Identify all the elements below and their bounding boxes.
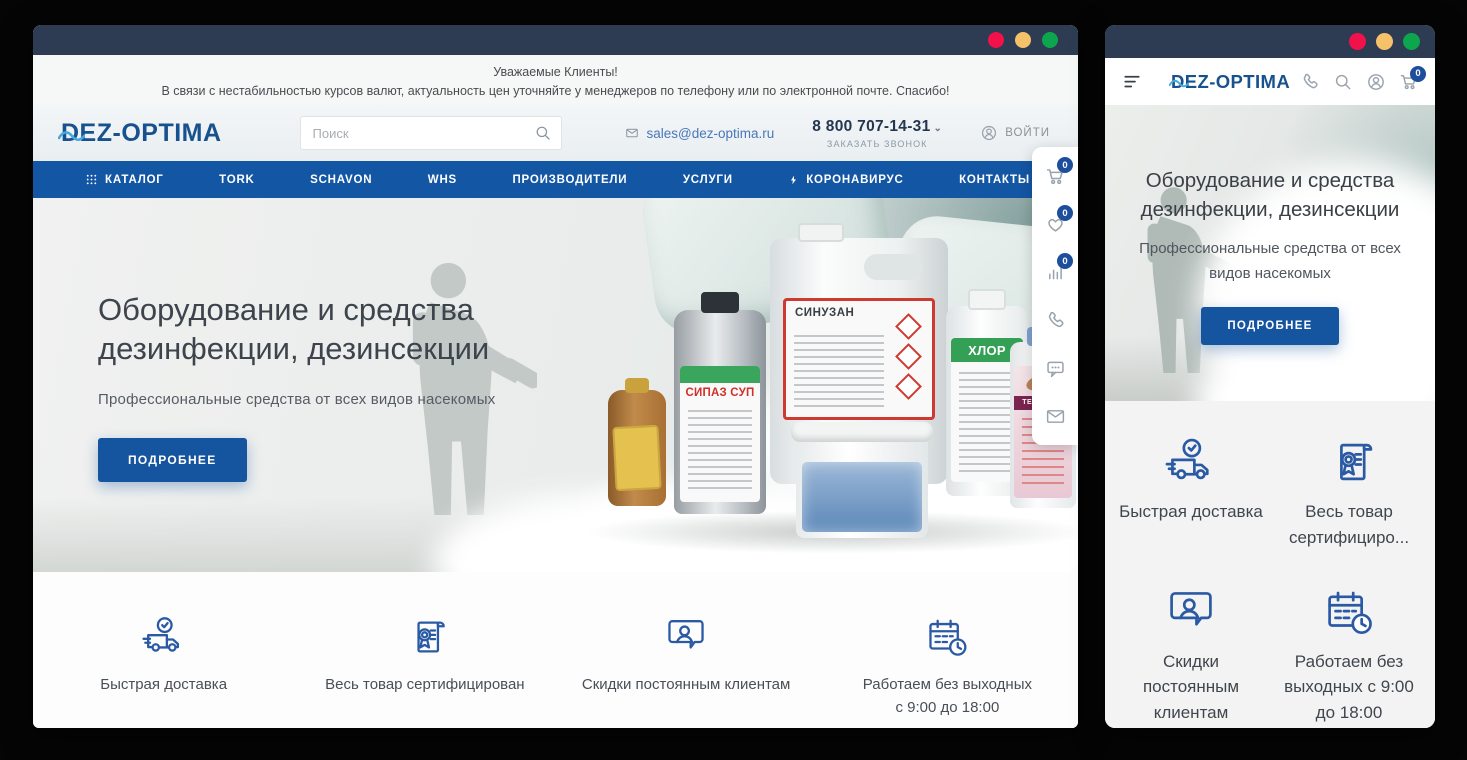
mobile-logo[interactable]: DEZ-OPTIMA <box>1171 71 1290 93</box>
search-icon[interactable] <box>1333 72 1353 92</box>
product-tub <box>796 432 928 538</box>
phone-number[interactable]: 8 800 707-14-31⌄ <box>812 118 942 136</box>
notice-banner: Уважаемые Клиенты! В связи с нестабильно… <box>33 55 1078 105</box>
sidebar-compare-button[interactable]: 0 <box>1032 248 1078 296</box>
phone-icon <box>1045 310 1066 331</box>
search-input[interactable] <box>300 116 562 150</box>
mobile-hero-content: Оборудование и средства дезинфекции, дез… <box>1105 167 1435 345</box>
hero-cta-button[interactable]: ПОДРОБНЕЕ <box>98 438 247 482</box>
floating-sidebar: 0 0 0 <box>1032 147 1078 445</box>
mobile-titlebar <box>1105 25 1435 58</box>
header-right: sales@dez-optima.ru 8 800 707-14-31⌄ ЗАК… <box>625 118 1050 149</box>
traffic-light-yellow[interactable] <box>1015 32 1031 48</box>
desktop-browser-window: Уважаемые Клиенты! В связи с нестабильно… <box>33 25 1078 728</box>
product-label-sipaz: СИПАЗ СУП <box>680 387 760 399</box>
user-icon <box>980 124 998 142</box>
phone-block: 8 800 707-14-31⌄ ЗАКАЗАТЬ ЗВОНОК <box>812 118 942 149</box>
product-bottle-amber <box>608 390 666 506</box>
mail-icon <box>1045 406 1066 427</box>
mobile-browser-window: DEZ-OPTIMA 0 Оборудование и средства дез… <box>1105 25 1435 728</box>
hero-banner: СИПАЗ СУП СИНУЗАН ХЛОР ТЕТРАЦИН <box>33 198 1078 572</box>
calendar-icon <box>1322 585 1376 639</box>
logo-wave-icon <box>58 130 85 142</box>
features-row: Быстрая доставка Весь товар сертифициров… <box>33 572 1078 728</box>
nav-item-schavon[interactable]: SCHAVON <box>310 174 372 186</box>
mobile-hero-banner: Оборудование и средства дезинфекции, дез… <box>1105 105 1435 401</box>
mobile-header-icons: 0 <box>1300 72 1419 92</box>
callback-link[interactable]: ЗАКАЗАТЬ ЗВОНОК <box>812 139 942 149</box>
chevron-down-icon: ⌄ <box>934 123 943 134</box>
nav-item-manufacturers[interactable]: ПРОИЗВОДИТЕЛИ <box>512 174 627 186</box>
nav-item-tork[interactable]: TORK <box>219 174 255 186</box>
logo-text: DEZ-OPTIMA <box>61 119 222 147</box>
email-link[interactable]: sales@dez-optima.ru <box>625 126 774 141</box>
feature-discounts: Скидки постоянным клиентам <box>556 614 817 728</box>
chat-icon <box>1045 358 1066 379</box>
traffic-light-red[interactable] <box>988 32 1004 48</box>
client-discount-icon <box>663 614 709 660</box>
truck-icon <box>1164 435 1218 489</box>
nav-item-catalog[interactable]: КАТАЛОГ <box>85 173 164 186</box>
traffic-light-yellow[interactable] <box>1376 33 1393 50</box>
product-bottle-sipaz: СИПАЗ СУП <box>674 310 766 514</box>
compare-count-badge: 0 <box>1057 253 1073 269</box>
calendar-icon <box>924 614 970 660</box>
certificate-icon <box>402 614 448 660</box>
login-button[interactable]: ВОЙТИ <box>980 124 1050 142</box>
sidebar-chat-button[interactable] <box>1032 344 1078 392</box>
hero-subtitle: Профессиональные средства от всех видов … <box>1117 237 1423 287</box>
login-label: ВОЙТИ <box>1005 127 1050 139</box>
hamburger-menu-icon[interactable] <box>1121 73 1143 91</box>
favorites-count-badge: 0 <box>1057 205 1073 221</box>
sidebar-callback-button[interactable] <box>1032 296 1078 344</box>
sidebar-favorites-button[interactable]: 0 <box>1032 200 1078 248</box>
mobile-header: DEZ-OPTIMA 0 <box>1105 58 1435 105</box>
product-bottles-image: СИПАЗ СУП СИНУЗАН ХЛОР ТЕТРАЦИН <box>608 226 1078 538</box>
phone-icon[interactable] <box>1300 72 1320 92</box>
cart-count-badge: 0 <box>1410 66 1426 82</box>
feature-certified: Весь товар сертифицирован <box>294 614 555 728</box>
notice-line1: Уважаемые Клиенты! <box>33 63 1078 82</box>
cart-count-badge: 0 <box>1057 157 1073 173</box>
sidebar-mail-button[interactable] <box>1032 392 1078 440</box>
hero-content: Оборудование и средства дезинфекции, дез… <box>98 290 538 482</box>
certificate-icon <box>1322 435 1376 489</box>
nav-item-services[interactable]: УСЛУГИ <box>683 174 733 186</box>
user-icon[interactable] <box>1366 72 1386 92</box>
mobile-cart-button[interactable]: 0 <box>1399 72 1419 92</box>
hero-cta-button[interactable]: ПОДРОБНЕЕ <box>1201 307 1338 345</box>
email-text: sales@dez-optima.ru <box>646 126 774 141</box>
notice-line2: В связи с нестабильностью курсов валют, … <box>33 82 1078 101</box>
nav-item-contacts[interactable]: КОНТАКТЫ <box>959 174 1030 186</box>
hero-title: Оборудование и средства дезинфекции, дез… <box>98 290 538 369</box>
feature-certified: Весь товар сертифициро... <box>1273 435 1425 553</box>
desktop-titlebar <box>33 25 1078 55</box>
nav-item-whs[interactable]: WHS <box>428 174 457 186</box>
mobile-features-grid: Быстрая доставка Весь товар сертифициро.… <box>1105 401 1435 728</box>
search-icon[interactable] <box>534 124 552 142</box>
logo-wave-icon <box>1169 79 1189 88</box>
search-box <box>300 116 562 150</box>
envelope-icon <box>625 126 639 140</box>
client-discount-icon <box>1164 585 1218 639</box>
traffic-light-green[interactable] <box>1042 32 1058 48</box>
nav-item-coronavirus[interactable]: КОРОНАВИРУС <box>788 173 903 187</box>
feature-working-hours: Работаем без выходных с 9:00 до 18:00 <box>1273 585 1425 728</box>
traffic-light-green[interactable] <box>1403 33 1420 50</box>
sidebar-cart-button[interactable]: 0 <box>1032 152 1078 200</box>
truck-icon <box>141 614 187 660</box>
lightning-icon <box>788 173 799 187</box>
hero-title: Оборудование и средства дезинфекции, дез… <box>1117 167 1423 224</box>
hero-subtitle: Профессиональные средства от всех видов … <box>98 391 538 408</box>
feature-fast-delivery: Быстрая доставка <box>1115 435 1267 553</box>
main-nav: КАТАЛОГ TORK SCHAVON WHS ПРОИЗВОДИТЕЛИ У… <box>33 161 1078 198</box>
feature-fast-delivery: Быстрая доставка <box>33 614 294 728</box>
feature-discounts: Скидки постоянным клиентам <box>1115 585 1267 728</box>
feature-working-hours: Работаем без выходных с 9:00 до 18:00 <box>817 614 1078 728</box>
logo[interactable]: DEZ-OPTIMA <box>61 119 222 148</box>
grid-icon <box>85 173 98 186</box>
site-header: DEZ-OPTIMA sales@dez-optima.ru 8 800 707… <box>33 105 1078 161</box>
traffic-light-red[interactable] <box>1349 33 1366 50</box>
